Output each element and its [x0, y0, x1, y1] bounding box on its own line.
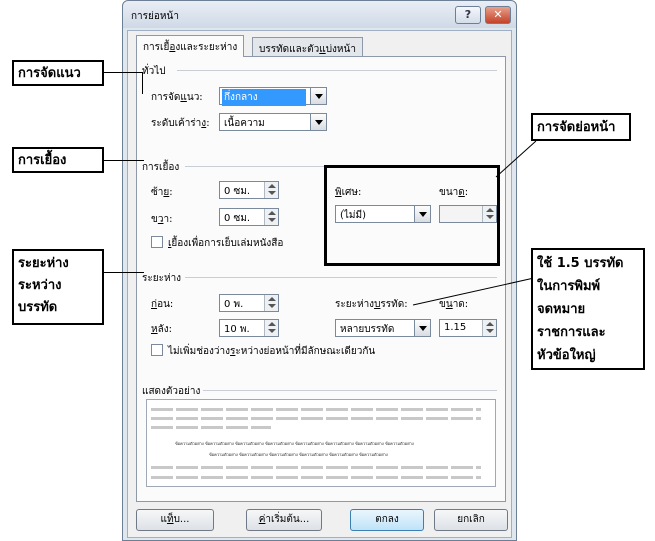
tab-indents-spacing[interactable]: การเยื้องและระยะห่าง [136, 35, 245, 57]
callout-line-note: ใช้ 1.5 บรรทัด ในการพิมพ์ จดหมาย ราชการแ… [531, 248, 645, 370]
